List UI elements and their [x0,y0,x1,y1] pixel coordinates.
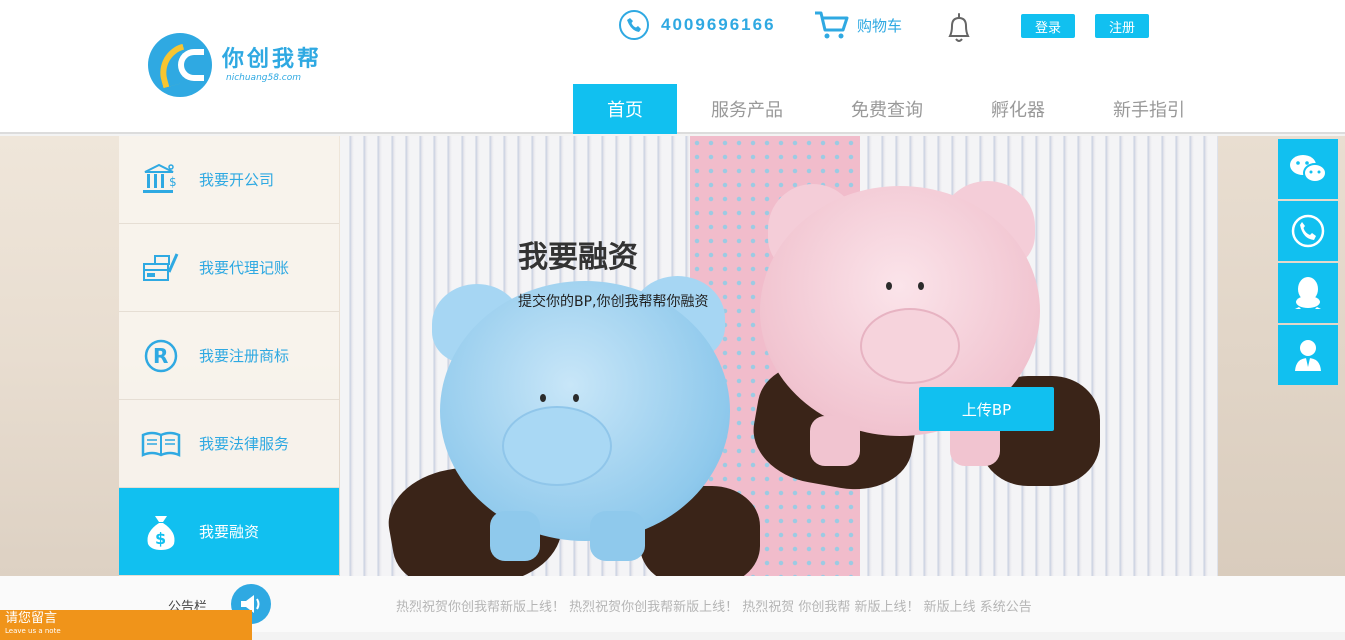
customer-service-icon [1295,340,1321,371]
ledger-icon [139,246,183,290]
hotline: 4009696166 [619,10,776,40]
phone-number: 4009696166 [661,15,776,34]
logo-title: 你创我帮 [222,47,323,72]
contact-float-bar [1278,139,1338,387]
hero-description: 提交你的BP,你创我帮帮你融资 [518,294,709,310]
message-tab-title: 请您留言 [5,611,58,626]
leave-message-tab[interactable]: 请您留言 Leave us a note [0,610,252,640]
registered-trademark-icon: R [139,334,183,378]
phone-icon [619,10,649,40]
notice-marquee[interactable]: 热烈祝贺你创我帮新版上线！ 热烈祝贺你创我帮新版上线！ 热烈祝贺 你创我帮 新版… [396,596,1032,615]
hero-title: 我要融资 [518,240,638,275]
bell-icon[interactable] [944,12,974,44]
logo-subtitle: nichuang58.com [226,73,302,83]
phone-button[interactable] [1278,201,1338,261]
qq-button[interactable] [1278,263,1338,323]
hero-image [340,136,1218,576]
svg-text:R: R [153,344,168,368]
sidebar-item-trademark[interactable]: R 我要注册商标 [119,312,339,400]
cart-link[interactable]: 购物车 [813,10,902,40]
cart-label: 购物车 [857,16,903,35]
svg-text:$: $ [155,529,166,548]
svg-text:$: $ [169,175,177,189]
main-nav: 首页 服务产品 免费查询 孵化器 新手指引 [573,84,1219,134]
site-header: 你创我帮 nichuang58.com 4009696166 购物车 登录 注册… [0,0,1345,134]
nav-service-products[interactable]: 服务产品 [677,84,817,134]
sidebar-item-label: 我要法律服务 [199,435,290,453]
register-button[interactable]: 注册 [1095,14,1149,38]
sidebar-item-legal[interactable]: 我要法律服务 [119,400,339,488]
sidebar-item-open-company[interactable]: $ 我要开公司 [119,136,339,224]
sidebar-item-label: 我要代理记账 [199,259,290,277]
money-bag-icon: $ [139,510,183,554]
nav-beginner-guide[interactable]: 新手指引 [1079,84,1219,134]
qq-icon [1295,277,1321,309]
service-sidebar: $ 我要开公司 我要代理记账 R 我要注册商标 我要法律服务 $ 我要融资 [119,136,339,576]
nav-incubator[interactable]: 孵化器 [957,84,1079,134]
bank-icon: $ [139,158,183,202]
customer-service-button[interactable] [1278,325,1338,385]
sidebar-item-bookkeeping[interactable]: 我要代理记账 [119,224,339,312]
login-button[interactable]: 登录 [1021,14,1075,38]
message-tab-subtitle: Leave us a note [5,627,61,635]
sidebar-item-label: 我要融资 [199,523,260,541]
sidebar-item-label: 我要开公司 [199,171,275,189]
phone-icon [1291,214,1325,248]
wechat-icon [1290,155,1327,183]
book-icon [139,422,183,466]
sidebar-item-financing[interactable]: $ 我要融资 [119,488,339,576]
nav-home[interactable]: 首页 [573,84,677,134]
sidebar-item-label: 我要注册商标 [199,347,290,365]
upload-bp-button[interactable]: 上传BP [919,387,1054,431]
nav-free-query[interactable]: 免费查询 [817,84,957,134]
site-logo[interactable]: 你创我帮 nichuang58.com [148,33,322,97]
cart-icon [815,11,849,39]
logo-mark-icon [148,33,212,97]
wechat-button[interactable] [1278,139,1338,199]
